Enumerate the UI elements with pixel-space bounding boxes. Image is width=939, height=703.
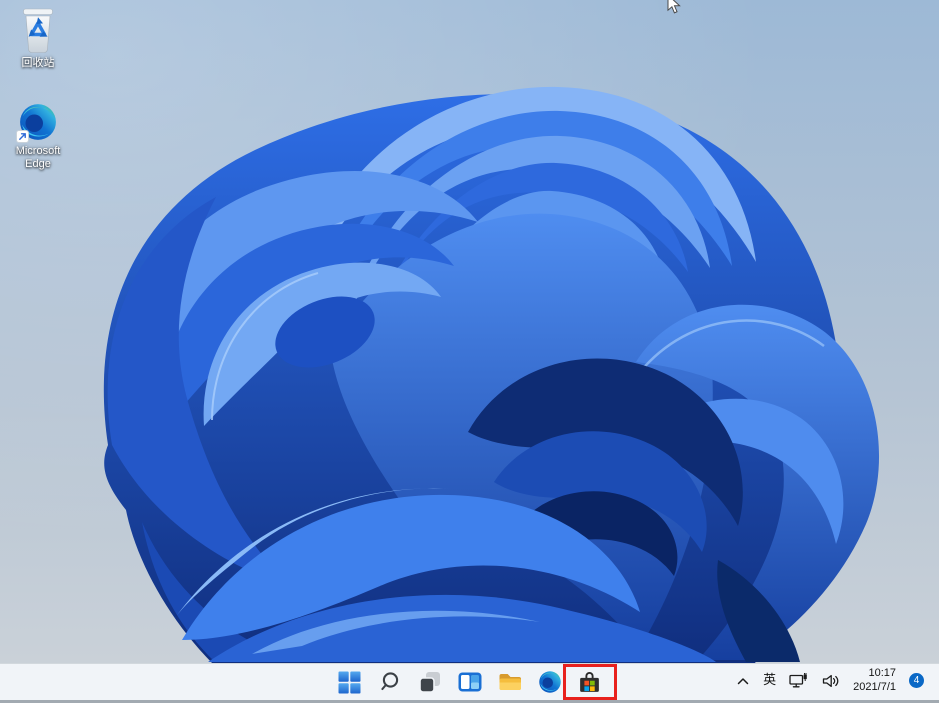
wallpaper-bloom [0,0,939,703]
widgets-button[interactable] [455,665,485,699]
desktop-icon-label: 回收站 [21,57,55,69]
taskbar: 英 10:17 2021/7/1 4 [0,663,939,703]
taskbar-clock[interactable]: 10:17 2021/7/1 [851,665,898,696]
desktop-icon-recycle-bin[interactable]: 回收站 [0,4,76,70]
widgets-icon [458,672,481,692]
notification-badge[interactable]: 4 [909,673,924,688]
recycle-bin-icon [23,8,53,53]
windows-11-desktop: 回收站 Microsoft Edge 英 10:17 2021/7/1 4 [0,0,939,703]
desktop-icon-label: Microsoft Edge [15,145,61,170]
volume-tray-button[interactable] [820,671,842,691]
mouse-cursor [667,0,681,14]
network-tray-button[interactable] [787,671,811,691]
volume-icon [823,674,839,687]
network-icon [789,672,807,687]
tray-chevron-button[interactable] [734,674,752,688]
search-icon [380,672,398,691]
task-view-button[interactable] [415,665,445,699]
store-icon [580,671,599,692]
edge-icon [538,670,562,694]
edge-button[interactable] [535,665,565,699]
ime-indicator[interactable]: 英 [761,672,778,689]
microsoft-store-button[interactable] [575,665,605,699]
desktop-icon-microsoft-edge[interactable]: Microsoft Edge [0,102,76,171]
windows-start-icon [338,671,361,693]
file-explorer-button[interactable] [495,665,525,699]
folder-icon [499,674,521,690]
clock-date: 2021/7/1 [853,680,896,693]
shortcut-arrow-icon [16,130,29,143]
taskbar-app-buttons [335,664,617,700]
clock-time: 10:17 [868,667,896,679]
task-view-icon [418,672,440,693]
start-button[interactable] [335,665,365,699]
taskbar-tray: 英 10:17 2021/7/1 4 [734,664,939,697]
desktop-icon-area: 回收站 Microsoft Edge [0,0,78,171]
search-button[interactable] [375,665,405,699]
chevron-up-icon [737,677,749,684]
